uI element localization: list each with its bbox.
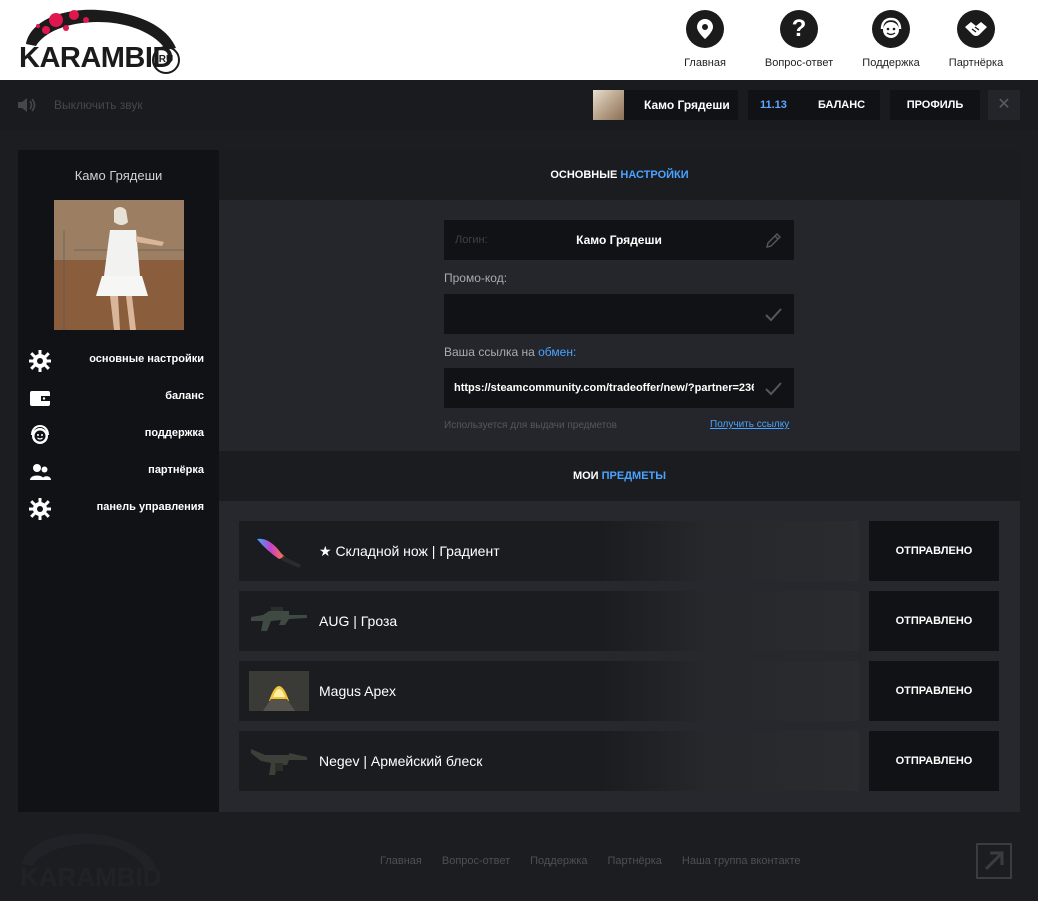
items-title-accent: ПРЕДМЕТЫ — [601, 470, 667, 482]
pencil-icon[interactable] — [765, 232, 782, 249]
sidebar-item-label: партнёрка — [148, 464, 204, 476]
trade-label-accent: обмен: — [538, 345, 577, 359]
sidebar-item-label: поддержка — [144, 427, 204, 439]
karambid-logo[interactable]: KARAMBID RU — [16, 6, 186, 76]
site-header: KARAMBID RU Главная ? Вопрос-ответ Подде… — [0, 0, 1038, 80]
item-name: ★ Складной нож | Градиент — [319, 543, 500, 559]
footer-link-faq[interactable]: Вопрос-ответ — [442, 855, 510, 867]
footer-link-vk-group[interactable]: Наша группа вконтакте — [682, 855, 801, 867]
top-bar: Выключить звук Камо Грядеши 11.13 БАЛАНС… — [0, 80, 1038, 130]
item-name: Magus Apex — [319, 683, 397, 699]
machine-gun-icon — [251, 749, 307, 775]
promo-code-input[interactable] — [454, 294, 754, 334]
balance-label: БАЛАНС — [818, 99, 866, 111]
nav-home[interactable]: Главная — [660, 8, 750, 74]
promo-code-field[interactable] — [444, 294, 794, 334]
sidebar-username: Камо Грядеши — [74, 168, 163, 183]
trade-label-plain: Ваша ссылка на — [444, 345, 535, 359]
sidebar-item-label: баланс — [165, 390, 204, 402]
trade-url-input[interactable] — [454, 368, 754, 408]
settings-title-accent: НАСТРОЙКИ — [620, 169, 689, 181]
mute-sound-toggle[interactable]: Выключить звук — [54, 98, 143, 112]
nav-faq[interactable]: ? Вопрос-ответ — [754, 8, 844, 74]
external-link-icon[interactable] — [976, 843, 1012, 879]
magus-apex-icon — [249, 671, 309, 711]
sidebar-item-support[interactable]: поддержка — [18, 420, 219, 450]
logo-ru-badge: RU — [152, 46, 180, 74]
nav-partner[interactable]: Партнёрка — [931, 8, 1021, 74]
nav-partner-label: Партнёрка — [948, 57, 1004, 69]
support-icon — [31, 424, 49, 444]
sidebar-item-label: основные настройки — [89, 353, 204, 365]
gear-icon — [29, 498, 51, 520]
map-pin-icon — [686, 10, 724, 48]
balance-amount: 11.13 — [760, 99, 787, 111]
item-row[interactable]: Magus Apex — [239, 661, 859, 721]
login-value: Камо Грядеши — [576, 233, 662, 247]
user-chip-name: Камо Грядеши — [644, 98, 730, 112]
close-icon[interactable]: ✕ — [988, 90, 1020, 120]
knife-icon — [257, 538, 301, 568]
gear-icon — [29, 350, 51, 372]
item-name: Negev | Армейский блеск — [319, 753, 483, 769]
status-badge: ОТПРАВЛЕНО — [869, 521, 999, 581]
sidebar-item-balance[interactable]: баланс — [18, 383, 219, 413]
sidebar-item-label: панель управления — [96, 501, 204, 513]
sidebar-item-main-settings[interactable]: основные настройки — [18, 346, 219, 376]
checkmark-icon[interactable] — [765, 380, 782, 397]
login-field[interactable]: Логин: Камо Грядеши — [444, 220, 794, 260]
nav-faq-label: Вопрос-ответ — [764, 57, 834, 69]
nav-support[interactable]: Поддержка — [846, 8, 936, 74]
nav-support-label: Поддержка — [862, 57, 920, 69]
status-badge: ОТПРАВЛЕНО — [869, 591, 999, 651]
sidebar-item-partner[interactable]: партнёрка — [18, 457, 219, 487]
footer-logo[interactable]: KARAMBID — [18, 828, 168, 894]
footer-logo-text: KARAMBID — [20, 862, 162, 892]
nav-home-label: Главная — [684, 57, 726, 69]
footer-link-partner[interactable]: Партнёрка — [608, 855, 662, 867]
trade-link-label: Ваша ссылка на обмен: — [444, 345, 576, 359]
get-trade-link[interactable]: Получить ссылку — [710, 419, 789, 430]
trade-url-hint: Используется для выдачи предметов — [444, 420, 617, 431]
settings-title-plain: ОСНОВНЫЕ — [550, 169, 618, 181]
handshake-icon — [957, 10, 995, 48]
trade-url-field[interactable] — [444, 368, 794, 408]
profile-sidebar: Камо Грядеши основные настройки баланс п… — [18, 150, 219, 812]
user-avatar-thumb — [593, 90, 624, 120]
item-row-background — [599, 591, 859, 651]
item-name: AUG | Гроза — [319, 613, 398, 629]
speaker-icon[interactable] — [17, 96, 37, 114]
users-icon — [30, 464, 51, 480]
items-title-plain: МОИ — [572, 470, 599, 482]
question-icon: ? — [780, 10, 818, 48]
profile-panel: Камо Грядеши основные настройки баланс п… — [18, 150, 1020, 812]
promo-label: Промо-код: — [444, 271, 508, 285]
status-badge: ОТПРАВЛЕНО — [869, 731, 999, 791]
status-badge: ОТПРАВЛЕНО — [869, 661, 999, 721]
balance-button[interactable]: 11.13 БАЛАНС — [748, 90, 880, 120]
footer-link-support[interactable]: Поддержка — [530, 855, 587, 867]
sidebar-item-control-panel[interactable]: панель управления — [18, 494, 219, 524]
wallet-icon — [30, 391, 50, 406]
settings-section-title: ОСНОВНЫЕ НАСТРОЙКИ — [219, 150, 1020, 200]
item-row[interactable]: AUG | Гроза — [239, 591, 859, 651]
user-chip[interactable]: Камо Грядеши — [593, 90, 738, 120]
footer-link-home[interactable]: Главная — [380, 855, 422, 867]
support-headset-icon — [872, 10, 910, 48]
item-row[interactable]: Negev | Армейский блеск — [239, 731, 859, 791]
items-section-title: МОИ ПРЕДМЕТЫ — [219, 451, 1020, 501]
item-row-background — [599, 661, 859, 721]
profile-button[interactable]: ПРОФИЛЬ — [890, 90, 980, 120]
item-row[interactable]: ★ Складной нож | Градиент — [239, 521, 859, 581]
logo-text: KARAMBID — [19, 42, 173, 74]
checkmark-icon[interactable] — [765, 306, 782, 323]
footer-links: Главная Вопрос-ответ Поддержка Партнёрка… — [380, 855, 801, 867]
avatar — [54, 200, 184, 330]
item-row-background — [599, 731, 859, 791]
rifle-icon — [251, 607, 307, 631]
item-row-background — [599, 521, 859, 581]
